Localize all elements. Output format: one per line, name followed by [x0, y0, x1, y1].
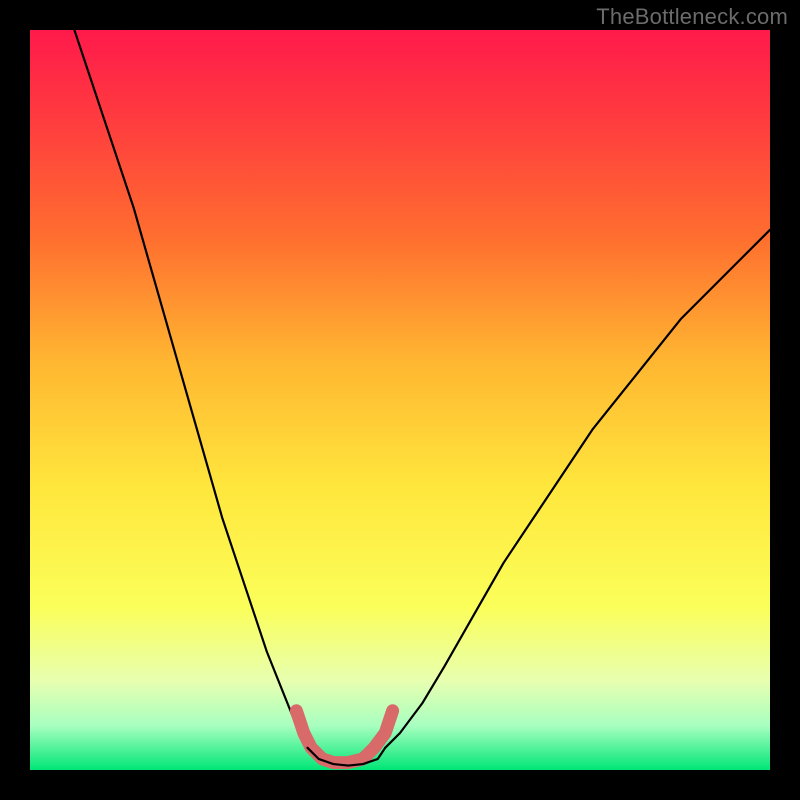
curve-layer: [30, 30, 770, 770]
series-left-branch: [74, 30, 307, 748]
series-bottom-trough-highlight: [296, 711, 392, 763]
plot-area: [30, 30, 770, 770]
watermark-text: TheBottleneck.com: [596, 4, 788, 30]
chart-frame: TheBottleneck.com: [0, 0, 800, 800]
series-right-branch: [385, 230, 770, 748]
